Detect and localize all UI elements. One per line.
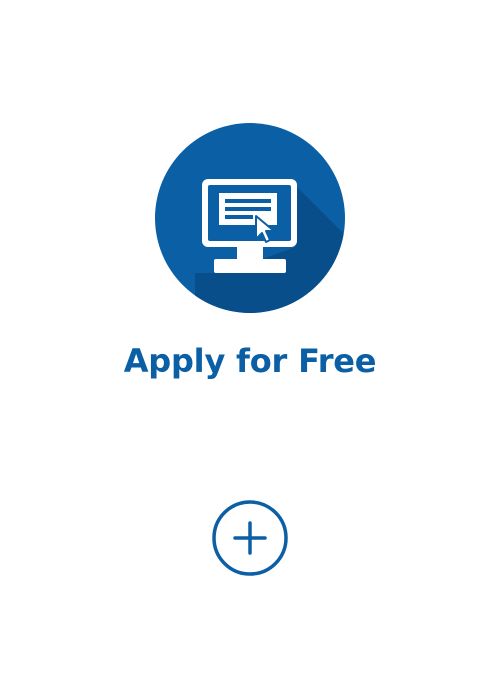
feature-card: Apply for Free (0, 0, 500, 700)
expand-button[interactable] (211, 499, 289, 577)
feature-title: Apply for Free (123, 342, 377, 380)
plus-circle-icon (212, 500, 288, 576)
computer-application-icon (155, 123, 345, 313)
